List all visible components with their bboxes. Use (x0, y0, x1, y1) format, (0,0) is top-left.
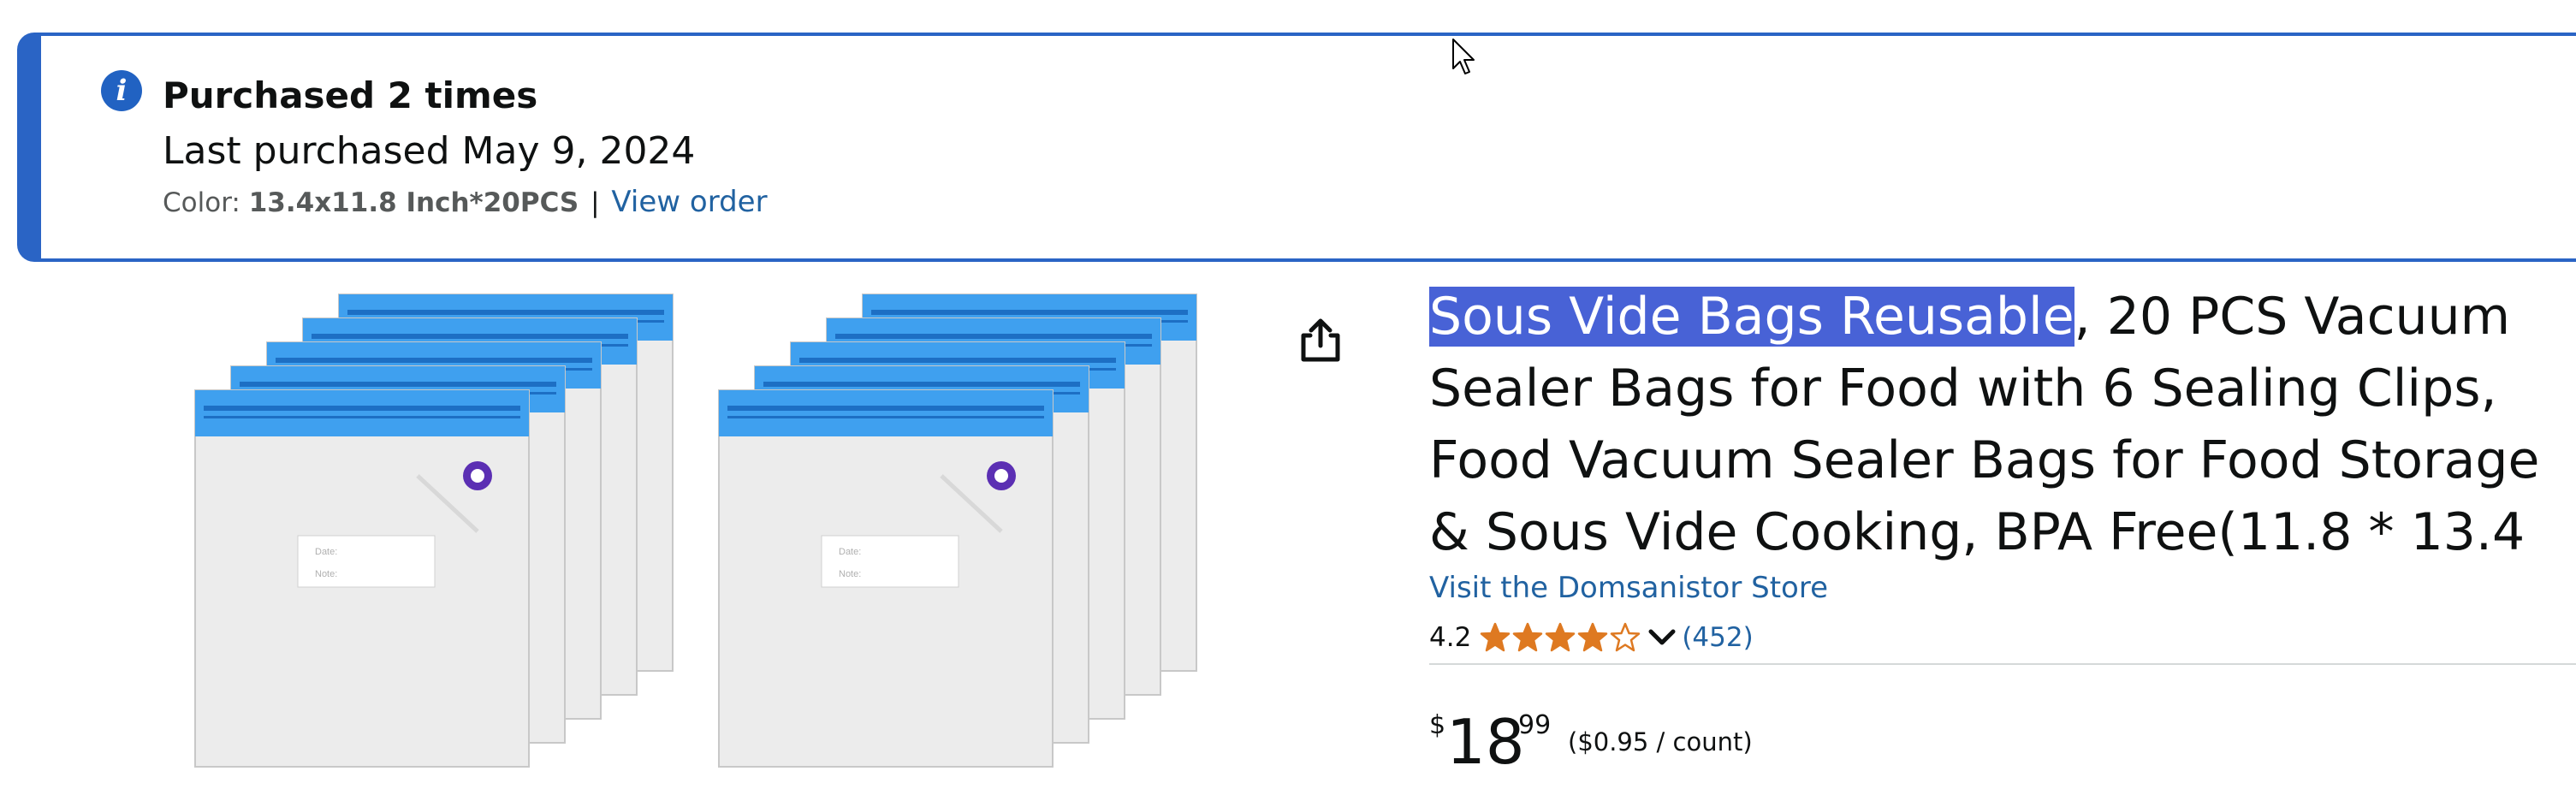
product-title-selected-text: Sous Vide Bags Reusable (1429, 287, 2074, 347)
price-per-unit: ($0.95 / count) (1568, 727, 1753, 756)
purchased-times-text: Purchased 2 times (163, 74, 538, 116)
info-icon: i (101, 70, 142, 111)
vacuum-bag: Date: Note: (194, 389, 530, 768)
section-divider (1429, 663, 2576, 665)
last-purchased-text: Last purchased May 9, 2024 (163, 129, 696, 173)
mouse-pointer-icon (1452, 39, 1475, 74)
bag-label-note: Note: (315, 569, 337, 579)
bag-label-note: Note: (839, 569, 861, 579)
bag-label-area (297, 535, 436, 588)
star-filled-icon (1481, 622, 1511, 652)
price-symbol: $ (1429, 710, 1446, 740)
view-order-link[interactable]: View order (611, 185, 767, 219)
product-title: Sous Vide Bags Reusable, 20 PCS Vacuum S… (1429, 281, 2567, 568)
separator: | (591, 187, 600, 218)
store-link[interactable]: Visit the Domsanistor Store (1429, 567, 1828, 609)
price-whole: 18 (1446, 706, 1525, 778)
purchase-history-banner: i Purchased 2 times Last purchased May 9… (17, 33, 2576, 262)
star-filled-icon (1546, 622, 1576, 652)
bag-label-area (821, 535, 959, 588)
bag-label-date: Date: (839, 547, 861, 557)
rating-row: 4.2 (452) (1429, 618, 1754, 657)
rating-value: 4.2 (1429, 622, 1472, 653)
product-image-secondary[interactable]: Date: Note: (717, 281, 1222, 768)
vacuum-bag: Date: Note: (718, 389, 1054, 768)
share-icon[interactable] (1299, 317, 1342, 365)
rating-stars[interactable] (1480, 622, 1642, 653)
star-filled-icon (1578, 622, 1608, 652)
price-fraction: 99 (1518, 710, 1552, 740)
color-line: Color: 13.4x11.8 Inch*20PCS | View order (163, 183, 768, 222)
star-filled-icon (1513, 622, 1543, 652)
star-empty-icon (1611, 622, 1641, 652)
product-image-main[interactable]: Date: Note: (193, 281, 698, 768)
ratings-count-link[interactable]: (452) (1682, 622, 1753, 653)
bag-label-date: Date: (315, 547, 337, 557)
chevron-down-icon[interactable] (1647, 627, 1677, 648)
color-value: 13.4x11.8 Inch*20PCS (248, 187, 579, 218)
color-label: Color: (163, 187, 240, 218)
